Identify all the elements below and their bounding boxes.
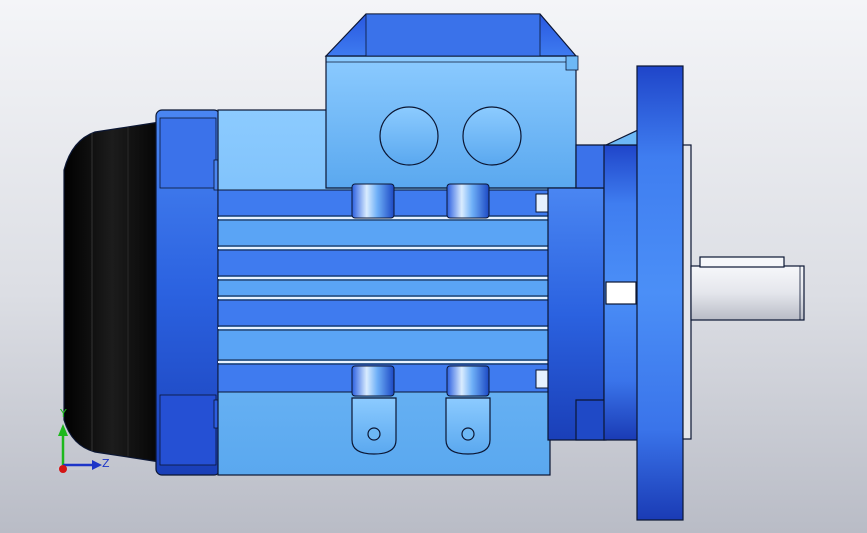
cable-gland-left xyxy=(379,106,439,166)
cable-gland-right xyxy=(462,106,522,166)
x-axis-dot xyxy=(59,465,67,473)
cooling-fins xyxy=(217,189,551,393)
terminal-box[interactable] xyxy=(324,13,579,189)
y-axis-label: Y xyxy=(60,407,67,420)
mounting-flange[interactable] xyxy=(636,65,692,521)
fan-cover[interactable] xyxy=(63,121,161,463)
cad-viewport[interactable]: Y Z xyxy=(0,0,867,533)
output-shaft[interactable] xyxy=(690,256,805,321)
rear-end-shield[interactable] xyxy=(155,109,229,476)
z-axis-label: Z xyxy=(102,457,110,470)
motor-model[interactable] xyxy=(0,0,867,533)
